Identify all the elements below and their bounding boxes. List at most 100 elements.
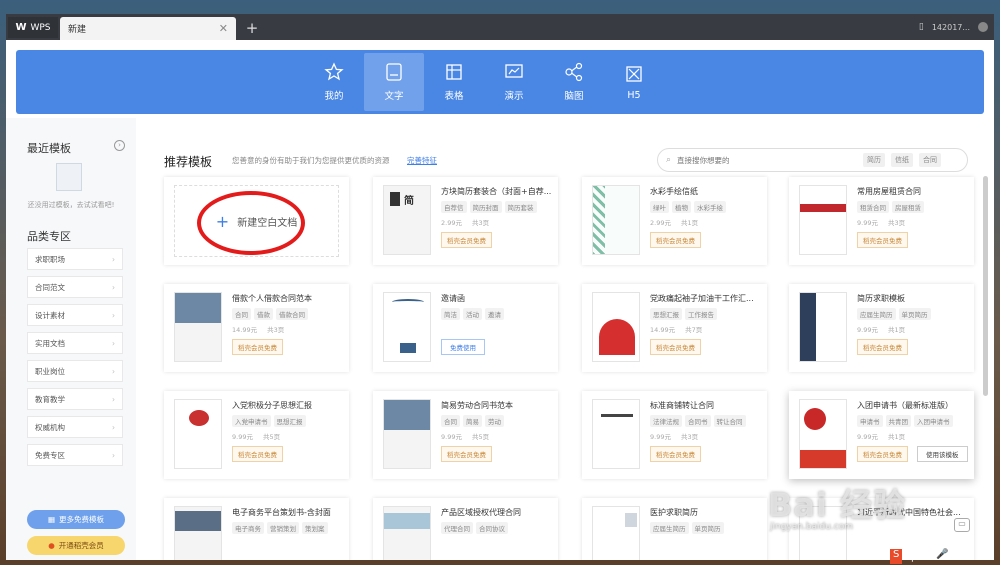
template-card[interactable]: 入党积极分子思想汇报 入党申请书 思想汇报 9.99元 共5页 稻壳会员免费 [164, 391, 349, 479]
use-template-button[interactable]: 使用该模板 [917, 446, 968, 462]
vip-free-button[interactable]: 稻壳会员免费 [232, 446, 283, 462]
scrollbar[interactable] [983, 176, 988, 396]
nav-item-text[interactable]: 文字 [364, 53, 424, 111]
ime-icon[interactable]: S [890, 549, 903, 564]
template-tag[interactable]: 电子商务 [232, 522, 264, 534]
template-card[interactable]: 党政痛起袖子加油干工作汇... 思想汇报 工作报告 14.99元 共7页 稻壳会员免… [582, 284, 767, 372]
template-card-hovered[interactable]: 入团申请书（最新标准版） 申请书 共青团 入团申请书 9.99元 共1页 稻壳会员免费… [789, 391, 974, 479]
ime-language[interactable]: 中 [907, 549, 917, 564]
template-card[interactable]: 水彩手绘信纸 绿叶 植物 水彩手绘 2.99元 共1页 稻壳会员免费 [582, 177, 767, 265]
vip-free-button[interactable]: 稻壳会员免费 [857, 446, 908, 462]
feedback-icon[interactable]: ▭ [954, 518, 970, 532]
template-tag[interactable]: 绿叶 [650, 201, 669, 213]
nav-item-mine[interactable]: 我的 [304, 53, 364, 111]
nav-item-h5[interactable]: H5 [604, 53, 664, 111]
template-tag[interactable]: 思想汇报 [650, 308, 682, 320]
search-box[interactable]: ⌕ 简历 信纸 合同 [657, 148, 968, 172]
template-tag[interactable]: 植物 [672, 201, 691, 213]
template-tag[interactable]: 简历套装 [504, 201, 537, 213]
moon-icon[interactable]: ☾ [922, 549, 931, 564]
template-tag[interactable]: 简洁 [441, 308, 460, 320]
template-card[interactable]: 简历求职模板 应届生简历 单页简历 9.99元 共1页 稻壳会员免费 [789, 284, 974, 372]
template-tag[interactable]: 申请书 [857, 415, 883, 427]
template-card[interactable]: 邀请函 简洁 活动 邀请 免费使用 [373, 284, 558, 372]
microphone-icon[interactable]: 🎤 [936, 549, 948, 564]
vip-free-button[interactable]: 稻壳会员免费 [232, 339, 283, 355]
template-card[interactable]: 电子商务平台策划书-含封面 电子商务 营销策划 策划案 [164, 498, 349, 560]
search-tag[interactable]: 信纸 [891, 153, 914, 167]
nav-item-sheet[interactable]: 表格 [424, 53, 484, 111]
more-free-templates-button[interactable]: ▦ 更多免费模板 [27, 510, 125, 529]
template-tag[interactable]: 合同书 [685, 415, 711, 427]
vip-free-button[interactable]: 稻壳会员免费 [441, 232, 492, 248]
add-tab-icon[interactable]: + [242, 17, 262, 38]
improve-profile-link[interactable]: 完善特征 [407, 155, 437, 166]
template-card[interactable]: 医护求职简历 应届生简历 单页简历 [582, 498, 767, 560]
vip-free-button[interactable]: 稻壳会员免费 [441, 446, 492, 462]
nav-item-mindmap[interactable]: 脑图 [544, 53, 604, 111]
template-tag[interactable]: 入党申请书 [232, 415, 271, 427]
sidebar-item-positions[interactable]: 职业岗位 › [27, 360, 123, 382]
vip-free-button[interactable]: 稻壳会员免费 [857, 232, 908, 248]
sidebar-item-practical[interactable]: 实用文档 › [27, 332, 123, 354]
template-tag[interactable]: 营销策划 [267, 522, 299, 534]
template-tag[interactable]: 借款合同 [276, 308, 308, 320]
sidebar-item-education[interactable]: 教育教学 › [27, 388, 123, 410]
template-tag[interactable]: 租赁合同 [857, 201, 889, 213]
open-vip-button[interactable]: ● 开通稻壳会员 [27, 536, 125, 555]
search-tag[interactable]: 合同 [919, 153, 942, 167]
sidebar-item-authority[interactable]: 权威机构 › [27, 416, 123, 438]
sidebar-item-design[interactable]: 设计素材 › [27, 304, 123, 326]
template-tag[interactable]: 简易 [463, 415, 482, 427]
template-tag[interactable]: 代理合同 [441, 522, 473, 534]
template-tag[interactable]: 水彩手绘 [694, 201, 726, 213]
template-card[interactable]: 简易劳动合同书范本 合同 简易 劳动 9.99元 共5页 稻壳会员免费 [373, 391, 558, 479]
template-card[interactable]: 产品区域授权代理合同 代理合同 合同协议 [373, 498, 558, 560]
more-free-label: 更多免费模板 [59, 515, 105, 524]
template-card[interactable]: 简 方块简历套装合（封面+自荐... 自荐信 简历封面 简历套装 2.99元 共3页 … [373, 177, 558, 265]
template-tag[interactable]: 共青团 [885, 415, 911, 427]
avatar[interactable] [978, 22, 988, 32]
tab-new-label: 新建 [68, 25, 87, 35]
vip-free-button[interactable]: 稻壳会员免费 [650, 232, 701, 248]
template-tag[interactable]: 应届生简历 [650, 522, 689, 534]
template-tag[interactable]: 应届生简历 [857, 308, 896, 320]
nav-item-presentation[interactable]: 演示 [484, 53, 544, 111]
arrow-right-icon[interactable]: › [114, 140, 125, 151]
template-tag[interactable]: 转让合同 [713, 415, 746, 427]
sidebar-item-free[interactable]: 免费专区 › [27, 444, 123, 466]
user-id[interactable]: 142017... [932, 23, 970, 32]
template-tag[interactable]: 合同 [232, 308, 251, 320]
template-tag[interactable]: 劳动 [485, 415, 504, 427]
template-tag[interactable]: 房屋租赁 [892, 201, 924, 213]
vip-free-button[interactable]: 稻壳会员免费 [650, 446, 701, 462]
search-tag[interactable]: 简历 [863, 153, 886, 167]
template-tag[interactable]: 合同协议 [476, 522, 508, 534]
vip-free-button[interactable]: 稻壳会员免费 [857, 339, 908, 355]
template-tag[interactable]: 简历封面 [469, 201, 502, 213]
free-use-button[interactable]: 免费使用 [441, 339, 485, 355]
template-tag[interactable]: 单页简历 [898, 308, 931, 320]
close-icon[interactable]: ✕ [219, 22, 228, 35]
wps-home-tab[interactable]: W WPS [8, 17, 58, 38]
template-tag[interactable]: 入团申请书 [914, 415, 953, 427]
template-tag[interactable]: 法律法规 [650, 415, 682, 427]
tablet-icon[interactable]: ▯ [919, 22, 924, 32]
template-tag[interactable]: 邀请 [485, 308, 504, 320]
template-card[interactable]: 借款个人借款合同范本 合同 借款 借款合同 14.99元 共3页 稻壳会员免费 [164, 284, 349, 372]
template-card[interactable]: 常用房屋租赁合同 租赁合同 房屋租赁 9.99元 共3页 稻壳会员免费 [789, 177, 974, 265]
template-tag[interactable]: 合同 [441, 415, 460, 427]
template-tag[interactable]: 工作报告 [685, 308, 717, 320]
template-tag[interactable]: 活动 [463, 308, 482, 320]
template-tag[interactable]: 单页简历 [691, 522, 724, 534]
template-tag[interactable]: 自荐信 [441, 201, 467, 213]
sidebar-item-jobs[interactable]: 求职职场 › [27, 248, 123, 270]
template-card[interactable]: 标准商铺转让合同 法律法规 合同书 转让合同 9.99元 共3页 稻壳会员免费 [582, 391, 767, 479]
sidebar-item-contracts[interactable]: 合同范文 › [27, 276, 123, 298]
template-tag[interactable]: 借款 [254, 308, 273, 320]
template-tag[interactable]: 思想汇报 [273, 415, 306, 427]
search-input[interactable] [677, 155, 858, 165]
tab-new[interactable]: 新建 ✕ [60, 17, 236, 40]
template-tag[interactable]: 策划案 [302, 522, 328, 534]
vip-free-button[interactable]: 稻壳会员免费 [650, 339, 701, 355]
